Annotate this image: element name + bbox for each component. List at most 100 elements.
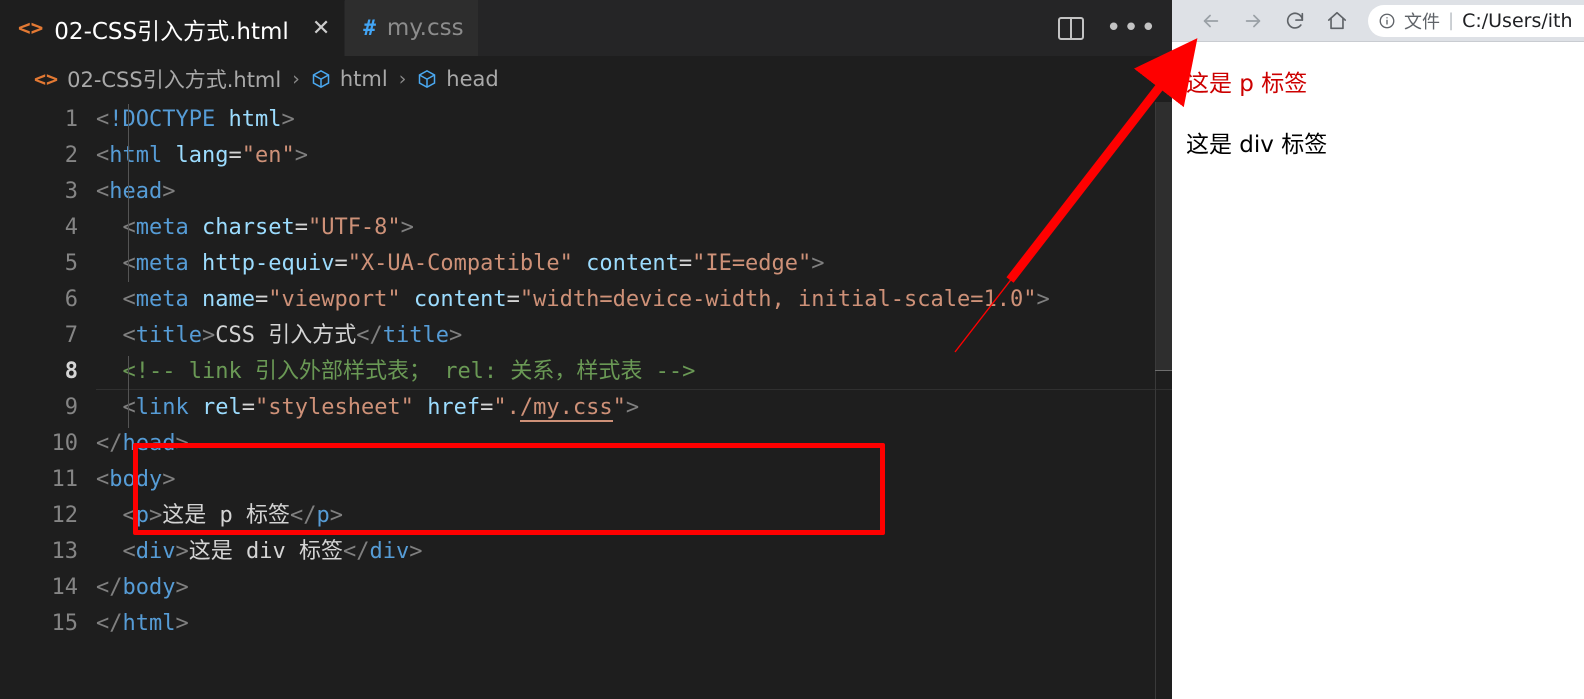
home-icon[interactable] <box>1316 0 1358 42</box>
code-token: head <box>109 179 163 204</box>
split-editor-icon[interactable] <box>1057 16 1084 40</box>
code-token: > <box>811 251 825 276</box>
code-line[interactable]: 4 <meta charset="UTF-8"> <box>0 210 1172 246</box>
line-number: 2 <box>64 143 78 168</box>
code-line[interactable]: 7 <title>CSS 引入方式</title> <box>0 318 1172 354</box>
code-token: "width=device-width, initial-scale=1.0" <box>519 287 1037 312</box>
line-number: 6 <box>64 287 78 312</box>
code-token: div <box>369 539 410 564</box>
code-line-source: <meta http-equiv="X-UA-Compatible" conte… <box>96 246 1172 282</box>
breadcrumb-item-html[interactable]: html <box>340 67 388 91</box>
code-lines-container: 1 <!DOCTYPE html> 2 <html lang="en"> 3 <head>… <box>0 102 1172 642</box>
code-token: rel <box>201 395 242 420</box>
code-token: < <box>122 287 136 312</box>
code-token: = <box>241 395 255 420</box>
code-token: > <box>162 179 176 204</box>
code-token: > <box>625 395 640 420</box>
code-token: </ <box>96 611 123 636</box>
editor-tab-bar: <> 02-CSS引入方式.html ✕ # my.css ••• <box>0 0 1172 56</box>
code-line-source: <meta charset="UTF-8"> <box>96 210 1172 246</box>
code-token: meta <box>135 251 189 276</box>
editor-scrollbar-thumb[interactable] <box>1156 102 1172 370</box>
code-token: title <box>382 323 449 348</box>
code-token: p <box>135 503 149 528</box>
code-token: < <box>122 539 136 564</box>
code-token: ". <box>493 395 520 420</box>
code-line[interactable]: 15 </html> <box>0 606 1172 642</box>
code-line-source: <meta name="viewport" content="width=dev… <box>96 282 1172 318</box>
code-token: > <box>329 503 343 528</box>
code-line[interactable]: 1 <!DOCTYPE html> <box>0 102 1172 138</box>
info-circle-icon[interactable] <box>1378 12 1396 30</box>
symbol-cube-icon <box>311 69 331 89</box>
page-div-text: 这是 div 标签 <box>1186 132 1328 158</box>
code-line[interactable]: 14 </body> <box>0 570 1172 606</box>
code-token: > <box>409 539 423 564</box>
screenshot-root: <> 02-CSS引入方式.html ✕ # my.css ••• <> 02-… <box>0 0 1584 699</box>
code-editor[interactable]: 1 <!DOCTYPE html> 2 <html lang="en"> 3 <head>… <box>0 102 1172 699</box>
code-line[interactable]: 9 <link rel="stylesheet" href="./my.css"… <box>0 390 1172 426</box>
code-token: title <box>135 323 202 348</box>
code-token: > <box>175 575 189 600</box>
close-icon[interactable]: ✕ <box>312 17 330 40</box>
url-text[interactable]: C:/Users/ith <box>1462 10 1572 32</box>
code-line[interactable]: 5 <meta http-equiv="X-UA-Compatible" con… <box>0 246 1172 282</box>
breadcrumb-separator: › <box>292 68 300 90</box>
code-line[interactable]: 8 <!-- link 引入外部样式表； rel: 关系，样式表 --> <box>0 354 1172 390</box>
code-token: < <box>122 395 136 420</box>
tab-my-css[interactable]: # my.css <box>345 0 479 56</box>
code-line[interactable]: 13 <div>这是 div 标签</div> <box>0 534 1172 570</box>
css-file-icon: # <box>363 15 376 40</box>
line-number: 15 <box>51 611 79 636</box>
code-token: /my.css <box>519 395 613 422</box>
breadcrumb-item-head[interactable]: head <box>446 67 498 91</box>
forward-arrow-icon[interactable] <box>1232 0 1274 42</box>
code-token: > <box>175 611 189 636</box>
code-token: < <box>122 503 136 528</box>
html-file-icon: <> <box>34 67 59 91</box>
tab-label: my.css <box>386 15 464 41</box>
code-token: > <box>400 215 414 240</box>
code-line[interactable]: 11 <body> <box>0 462 1172 498</box>
back-arrow-icon[interactable] <box>1190 0 1232 42</box>
indent-guide <box>128 356 129 428</box>
code-line[interactable]: 12 <p>这是 p 标签</p> <box>0 498 1172 534</box>
html-file-icon: <> <box>18 16 44 40</box>
line-number: 3 <box>64 179 78 204</box>
line-number: 5 <box>64 251 78 276</box>
line-number: 13 <box>51 539 79 564</box>
code-token: name <box>201 287 255 312</box>
code-line[interactable]: 2 <html lang="en"> <box>0 138 1172 174</box>
code-token: "X-UA-Compatible" <box>347 251 573 276</box>
code-line[interactable]: 10 </head> <box>0 426 1172 462</box>
code-token: < <box>122 323 136 348</box>
address-bar[interactable]: 文件 | C:/Users/ith <box>1368 4 1584 37</box>
reload-icon[interactable] <box>1274 0 1316 42</box>
more-actions-icon[interactable]: ••• <box>1106 15 1158 41</box>
code-token: < <box>96 467 110 492</box>
breadcrumb-item-file[interactable]: 02-CSS引入方式.html <box>67 64 281 94</box>
code-line[interactable]: 3 <head> <box>0 174 1172 210</box>
vscode-window: <> 02-CSS引入方式.html ✕ # my.css ••• <> 02-… <box>0 0 1172 699</box>
code-line-source: <body> <box>96 462 1172 498</box>
url-scheme-label: 文件 <box>1404 11 1440 33</box>
code-token: </ <box>290 503 317 528</box>
code-token: </ <box>356 323 383 348</box>
code-token: > <box>201 323 216 348</box>
line-number: 4 <box>64 215 78 240</box>
code-token: content <box>413 287 507 312</box>
code-token: http-equiv <box>201 251 335 276</box>
tab-02-css-html[interactable]: <> 02-CSS引入方式.html ✕ <box>0 0 346 56</box>
code-token: link <box>135 395 189 420</box>
browser-window: 文件 | C:/Users/ith 这是 p 标签 这是 div 标签 <box>1172 0 1584 699</box>
indent-guide <box>128 104 129 282</box>
code-line[interactable]: 6 <meta name="viewport" content="width=d… <box>0 282 1172 318</box>
tab-bar-actions: ••• <box>1057 0 1158 56</box>
code-token: "en" <box>241 143 295 168</box>
code-token: CSS 引入方式 <box>215 323 357 348</box>
